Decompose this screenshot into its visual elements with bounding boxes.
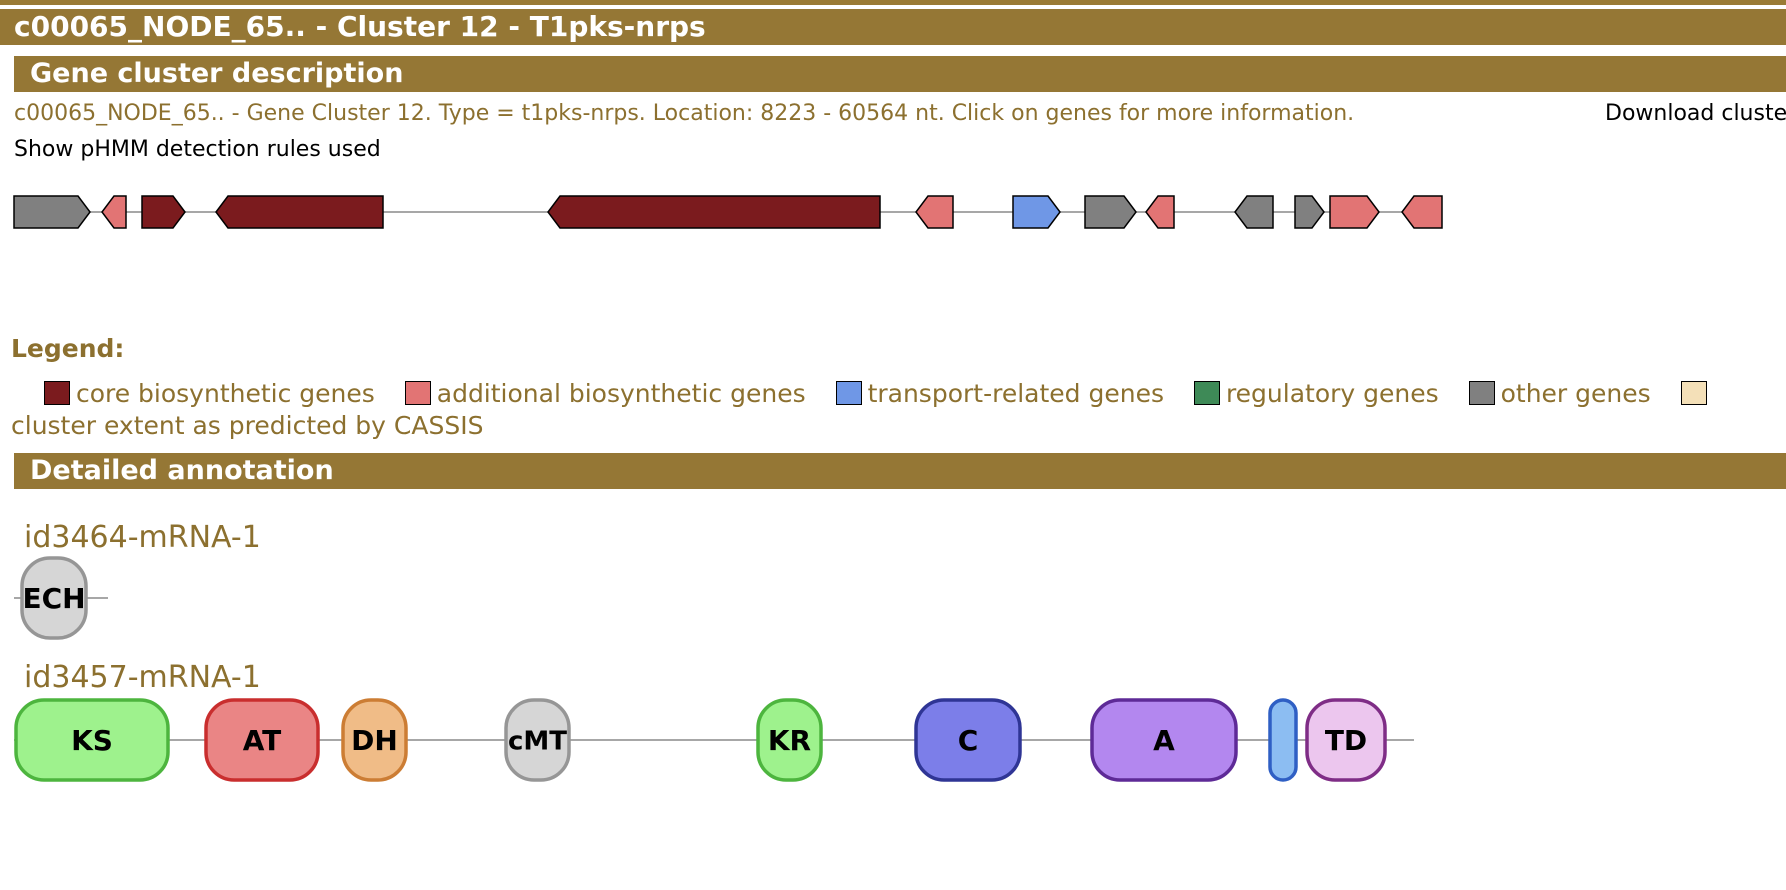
cluster-gene-2[interactable] [141,195,186,229]
gene-domains-1: KS AT DH cMT KR C A TD [14,698,1414,782]
cluster-gene-9[interactable] [1234,195,1274,229]
legend-swatch-additional [404,381,431,405]
show-rules-link[interactable]: Show pHMM detection rules used [14,137,381,162]
domain-a[interactable]: A [1090,698,1238,782]
gene-name-0[interactable]: id3464-mRNA-1 [24,520,261,555]
legend-item-additional: additional biosynthetic genes [404,378,806,410]
domain-label: TD [1325,724,1367,757]
legend-swatch-cassis [1680,381,1707,405]
legend: core biosynthetic genes additional biosy… [11,378,1786,442]
legend-title: Legend: [11,334,125,363]
cluster-gene-11[interactable] [1329,195,1380,229]
domain-label: KS [71,724,113,757]
cluster-gene-6[interactable] [1012,195,1061,229]
cluster-gene-1[interactable] [101,195,127,229]
cluster-gene-map [13,195,1443,229]
domain-label: A [1153,724,1175,757]
legend-label-additional: additional biosynthetic genes [436,379,806,408]
cluster-gene-10[interactable] [1294,195,1325,229]
cluster-gene-4[interactable] [547,195,881,229]
cluster-gene-12[interactable] [1401,195,1443,229]
cluster-gene-0[interactable] [13,195,91,229]
legend-label-cassis: cluster extent as predicted by CASSIS [11,411,484,440]
legend-item-transport: transport-related genes [835,378,1164,410]
domain-label: C [958,724,979,757]
legend-swatch-core [43,381,70,405]
legend-label-core: core biosynthetic genes [75,379,375,408]
domain-cmt[interactable]: cMT [504,698,571,782]
cluster-description: c00065_NODE_65.. - Gene Cluster 12. Type… [14,101,1355,126]
gene-domains-0: ECH [14,556,108,640]
gene-name-1[interactable]: id3457-mRNA-1 [24,660,261,695]
domain-ech[interactable]: ECH [20,556,88,640]
domain-label: AT [243,724,282,757]
section-header-detailed: Detailed annotation [14,453,1786,489]
legend-label-regulatory: regulatory genes [1225,379,1439,408]
domain-dh[interactable]: DH [341,698,408,782]
legend-item-regulatory: regulatory genes [1193,378,1439,410]
page-title: c00065_NODE_65.. - Cluster 12 - T1pks-nr… [0,9,1786,45]
section-header-description: Gene cluster description [14,56,1786,92]
legend-swatch-transport [835,381,862,405]
cluster-gene-3[interactable] [215,195,384,229]
domain-at[interactable]: AT [204,698,320,782]
domain-label: ECH [22,582,85,615]
domain-label: DH [351,724,398,757]
download-cluster-link[interactable]: Download cluste [1605,101,1786,126]
domain-kr[interactable]: KR [756,698,823,782]
domain-c[interactable]: C [914,698,1022,782]
domain-unlabeled[interactable] [1268,698,1298,782]
top-border [0,0,1786,5]
domain-label: cMT [508,726,567,756]
cluster-gene-5[interactable] [915,195,954,229]
cluster-gene-8[interactable] [1145,195,1175,229]
domain-td[interactable]: TD [1305,698,1387,782]
legend-item-other: other genes [1468,378,1651,410]
legend-swatch-regulatory [1193,381,1220,405]
legend-swatch-other [1468,381,1495,405]
legend-item-core: core biosynthetic genes [43,378,375,410]
legend-label-other: other genes [1500,379,1651,408]
cluster-gene-7[interactable] [1084,195,1137,229]
domain-label: KR [768,724,811,757]
domain-ks[interactable]: KS [14,698,170,782]
legend-label-transport: transport-related genes [867,379,1164,408]
